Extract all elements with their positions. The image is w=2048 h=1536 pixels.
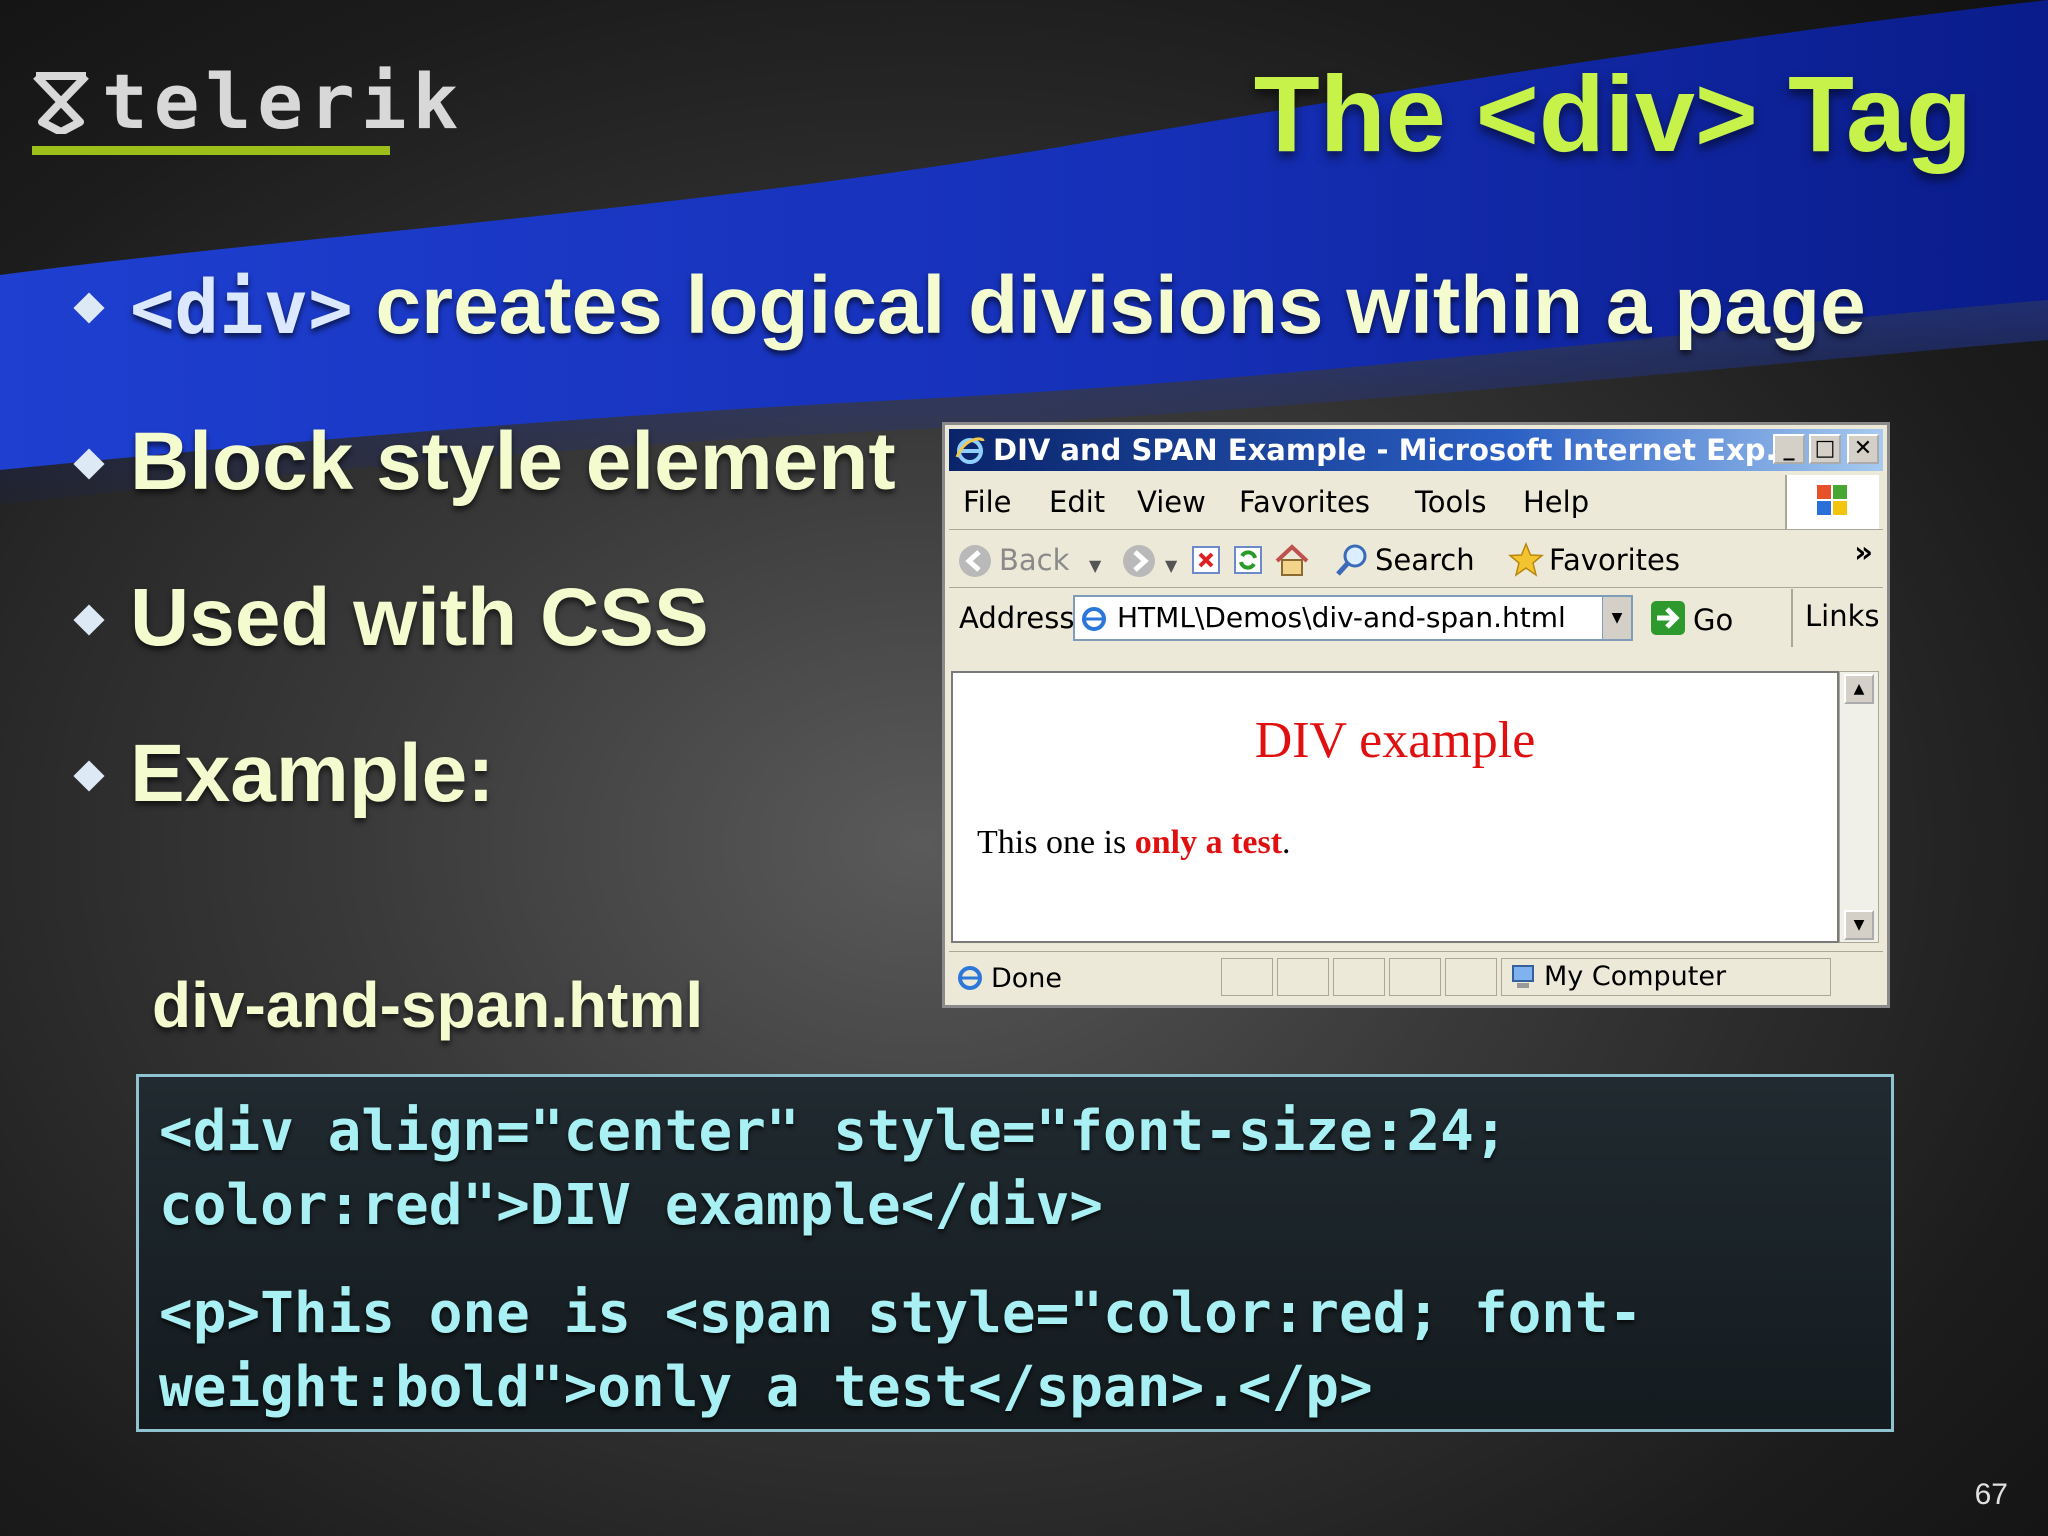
- example-paragraph: This one is only a test.: [977, 823, 1291, 863]
- bullet-diamond-icon: [73, 604, 105, 636]
- status-cell: [1333, 958, 1385, 996]
- status-cell: [1277, 958, 1329, 996]
- logo-underline: [32, 146, 390, 155]
- stop-icon[interactable]: [1189, 543, 1223, 577]
- addr-divider: [1791, 589, 1793, 647]
- ie-icon: [955, 437, 985, 464]
- back-label[interactable]: Back: [999, 543, 1069, 577]
- links-label[interactable]: Links: [1805, 599, 1880, 633]
- telerik-mark-icon: [33, 72, 89, 134]
- browser-window: DIV and SPAN Example - Microsoft Interne…: [942, 422, 1890, 1008]
- status-zone-text: My Computer: [1544, 961, 1727, 992]
- para-text-before: This one is: [977, 824, 1135, 861]
- address-dropdown-icon[interactable]: ▼: [1602, 597, 1631, 639]
- content-scrollbar[interactable]: ▲ ▼: [1839, 671, 1879, 943]
- status-cell: [1445, 958, 1497, 996]
- logo-text: telerik: [102, 57, 465, 146]
- para-text-after: .: [1282, 824, 1291, 861]
- bullet-text: creates logical divisions within a page: [352, 260, 1866, 351]
- forward-arrow-icon[interactable]: [1121, 543, 1157, 579]
- code-line: <p>This one is <span style="color:red; f…: [159, 1281, 1643, 1346]
- windows-logo: [1785, 475, 1879, 529]
- bullet-diamond-icon: [73, 292, 105, 324]
- back-arrow-icon[interactable]: [957, 543, 993, 579]
- address-input[interactable]: HTML\Demos\div-and-span.html ▼: [1073, 595, 1633, 641]
- minimize-button[interactable]: _: [1773, 434, 1805, 464]
- para-bold-span: only a test: [1134, 824, 1283, 861]
- status-done: Done: [991, 963, 1063, 994]
- menu-file[interactable]: File: [963, 485, 1012, 519]
- code-line: color:red">DIV example</div>: [159, 1173, 1104, 1238]
- bullet-diamond-icon: [73, 760, 105, 792]
- close-button[interactable]: ✕: [1847, 434, 1879, 464]
- browser-title-text: DIV and SPAN Example - Microsoft Interne…: [993, 433, 1799, 467]
- bullet-block-style: Block style element: [73, 414, 896, 510]
- my-computer-icon: [1512, 965, 1534, 988]
- bullet-div-creates: <div> creates logical divisions within a…: [73, 258, 1866, 356]
- menu-tools[interactable]: Tools: [1415, 485, 1486, 519]
- scroll-up-icon[interactable]: ▲: [1844, 674, 1874, 704]
- address-label: Address: [959, 601, 1075, 635]
- browser-menubar: File Edit View Favorites Tools Help: [949, 475, 1883, 530]
- bullet-code-word: <div>: [130, 265, 353, 351]
- code-line: <div align="center" style="font-size:24;: [159, 1099, 1508, 1164]
- div-example-heading: DIV example: [1254, 712, 1536, 769]
- status-zone-cell: My Computer: [1501, 958, 1831, 996]
- address-bar: Address HTML\Demos\div-and-span.html ▼ G…: [949, 589, 1883, 647]
- browser-statusbar: Done My Computer: [949, 951, 1883, 1002]
- search-label[interactable]: Search: [1375, 543, 1475, 577]
- menu-help[interactable]: Help: [1523, 485, 1589, 519]
- bullet-example: Example:: [73, 726, 495, 822]
- browser-content: DIV example This one is only a test.: [951, 671, 1839, 943]
- status-cell: [1389, 958, 1441, 996]
- windows-flag-icon: [1817, 485, 1847, 515]
- toolbar-more-icon[interactable]: »: [1854, 535, 1873, 569]
- bullet-used-with-css: Used with CSS: [73, 570, 709, 666]
- menu-view[interactable]: View: [1137, 485, 1206, 519]
- bullet-text: Block style element: [130, 416, 896, 507]
- code-gap: [159, 1243, 1871, 1277]
- status-ie-icon: [958, 966, 982, 990]
- go-arrow-icon[interactable]: [1649, 599, 1687, 637]
- browser-titlebar: DIV and SPAN Example - Microsoft Interne…: [949, 429, 1883, 471]
- address-value: HTML\Demos\div-and-span.html: [1117, 601, 1566, 634]
- menu-edit[interactable]: Edit: [1049, 485, 1105, 519]
- search-icon[interactable]: [1333, 541, 1371, 579]
- home-icon[interactable]: [1273, 541, 1311, 579]
- back-dropdown-icon[interactable]: ▼: [1089, 549, 1101, 583]
- bullet-diamond-icon: [73, 448, 105, 480]
- code-line: weight:bold">only a test</span>.</p>: [159, 1355, 1373, 1420]
- menu-favorites[interactable]: Favorites: [1239, 485, 1370, 519]
- favorites-star-icon[interactable]: [1507, 541, 1545, 579]
- favorites-label[interactable]: Favorites: [1549, 543, 1680, 577]
- forward-dropdown-icon[interactable]: ▼: [1165, 549, 1177, 583]
- slide-title: The <div> Tag: [1253, 53, 1972, 174]
- maximize-button[interactable]: □: [1809, 434, 1841, 464]
- scroll-down-icon[interactable]: ▼: [1844, 910, 1874, 940]
- page-ie-icon: [1082, 607, 1106, 631]
- bullet-text: Example:: [130, 728, 495, 819]
- refresh-icon[interactable]: [1231, 543, 1265, 577]
- code-example-box: <div align="center" style="font-size:24;…: [136, 1074, 1894, 1432]
- browser-toolbar: Back ▼ ▼ Search Favorites »: [949, 531, 1883, 588]
- example-filename: div-and-span.html: [152, 969, 704, 1041]
- status-cell: [1221, 958, 1273, 996]
- telerik-logo: telerik: [32, 62, 458, 158]
- bullet-text: Used with CSS: [130, 572, 709, 663]
- go-label[interactable]: Go: [1693, 603, 1733, 637]
- page-number: 67: [1974, 1478, 2008, 1511]
